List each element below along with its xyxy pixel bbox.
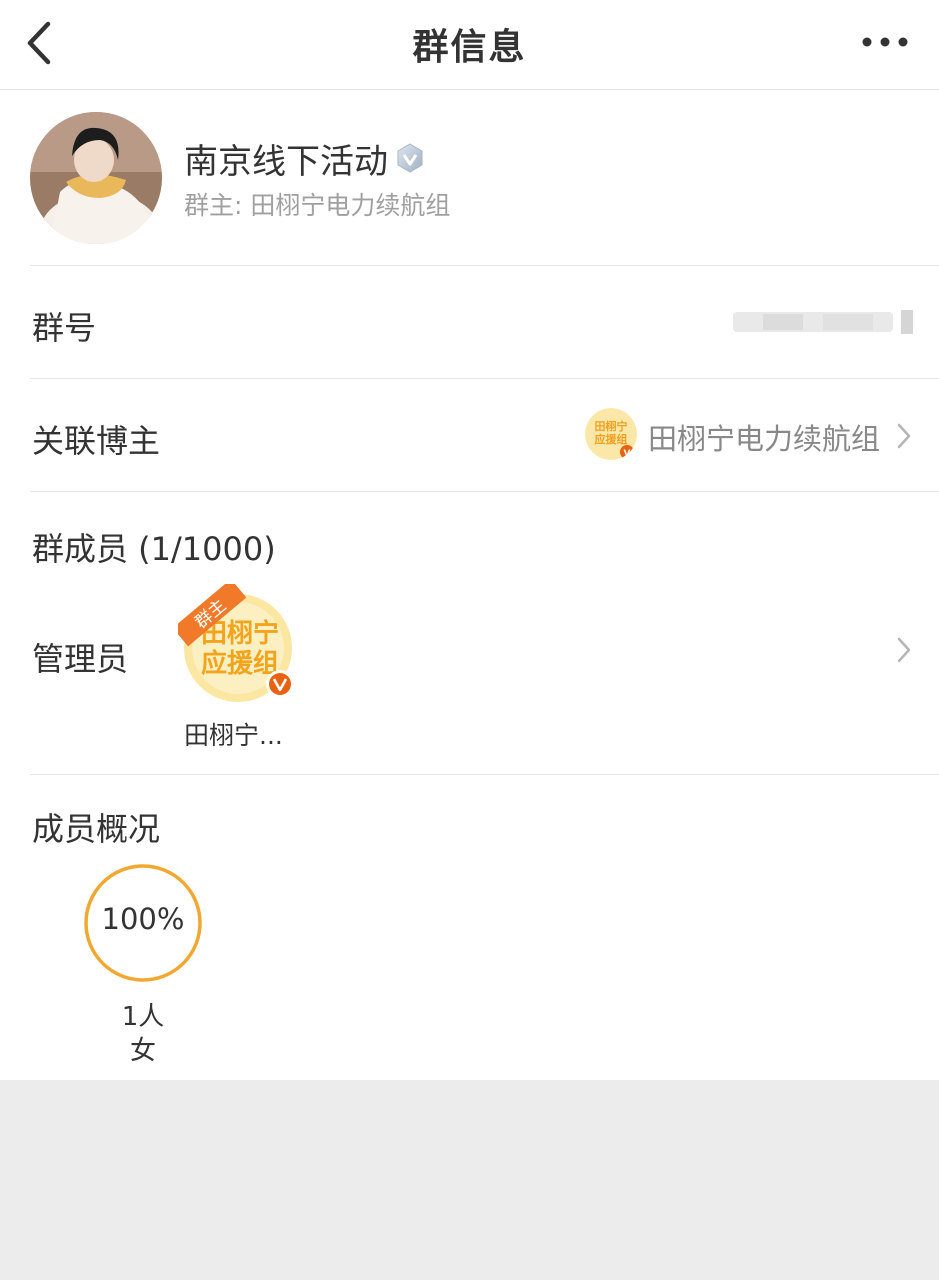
member-count: 1人 <box>121 1002 165 1032</box>
divider <box>30 774 939 775</box>
admin-label: 管理员 <box>32 640 129 678</box>
divider <box>30 491 939 492</box>
ratio-percent: 100% <box>101 902 185 936</box>
page-title: 群信息 <box>412 27 527 68</box>
chevron-right-icon[interactable] <box>896 422 912 450</box>
svg-text:V: V <box>624 449 631 459</box>
more-horizontal-icon <box>862 37 908 47</box>
linked-blogger-avatar[interactable]: 田栩宁 应援组 V <box>585 408 637 460</box>
admin-avatar-text-2: 应援组 <box>201 648 279 679</box>
empty-footer-area <box>0 1080 939 1280</box>
group-number-label: 群号 <box>32 309 97 347</box>
divider <box>30 265 939 266</box>
member-gender: 女 <box>129 1036 156 1066</box>
linked-blogger-label: 关联博主 <box>32 422 161 460</box>
linked-avatar-text-1: 田栩宁 <box>595 419 628 433</box>
divider <box>30 378 939 379</box>
group-name: 南京线下活动 <box>184 141 388 182</box>
group-owner: 群主: 田栩宁电力续航组 <box>184 191 451 220</box>
admin-avatar[interactable]: 田栩宁 应援组 群主 <box>172 579 298 704</box>
navbar: 群信息 <box>0 0 939 90</box>
group-members-label: 群成员 (1/1000) <box>32 530 276 568</box>
member-overview-label: 成员概况 <box>32 810 161 848</box>
admin-name: 田栩宁... <box>184 721 283 750</box>
group-header: 南京线下活动 群主: 田栩宁电力续航组 <box>0 90 939 266</box>
group-number-redacted <box>733 310 913 334</box>
linked-avatar-text-2: 应援组 <box>595 432 628 446</box>
more-button[interactable] <box>857 28 917 56</box>
verified-badge-icon <box>397 143 423 173</box>
group-avatar[interactable] <box>30 112 162 244</box>
group-info-page: 群信息 南京线下活动 群主: 田栩宁电力续航组 群号 关联博主 田栩宁 应援组 … <box>0 0 939 1080</box>
group-name-row: 南京线下活动 <box>184 136 426 182</box>
chevron-right-icon[interactable] <box>896 636 912 664</box>
gender-ratio-chart: 100% <box>82 862 204 984</box>
linked-blogger-name[interactable]: 田栩宁电力续航组 <box>648 416 880 458</box>
